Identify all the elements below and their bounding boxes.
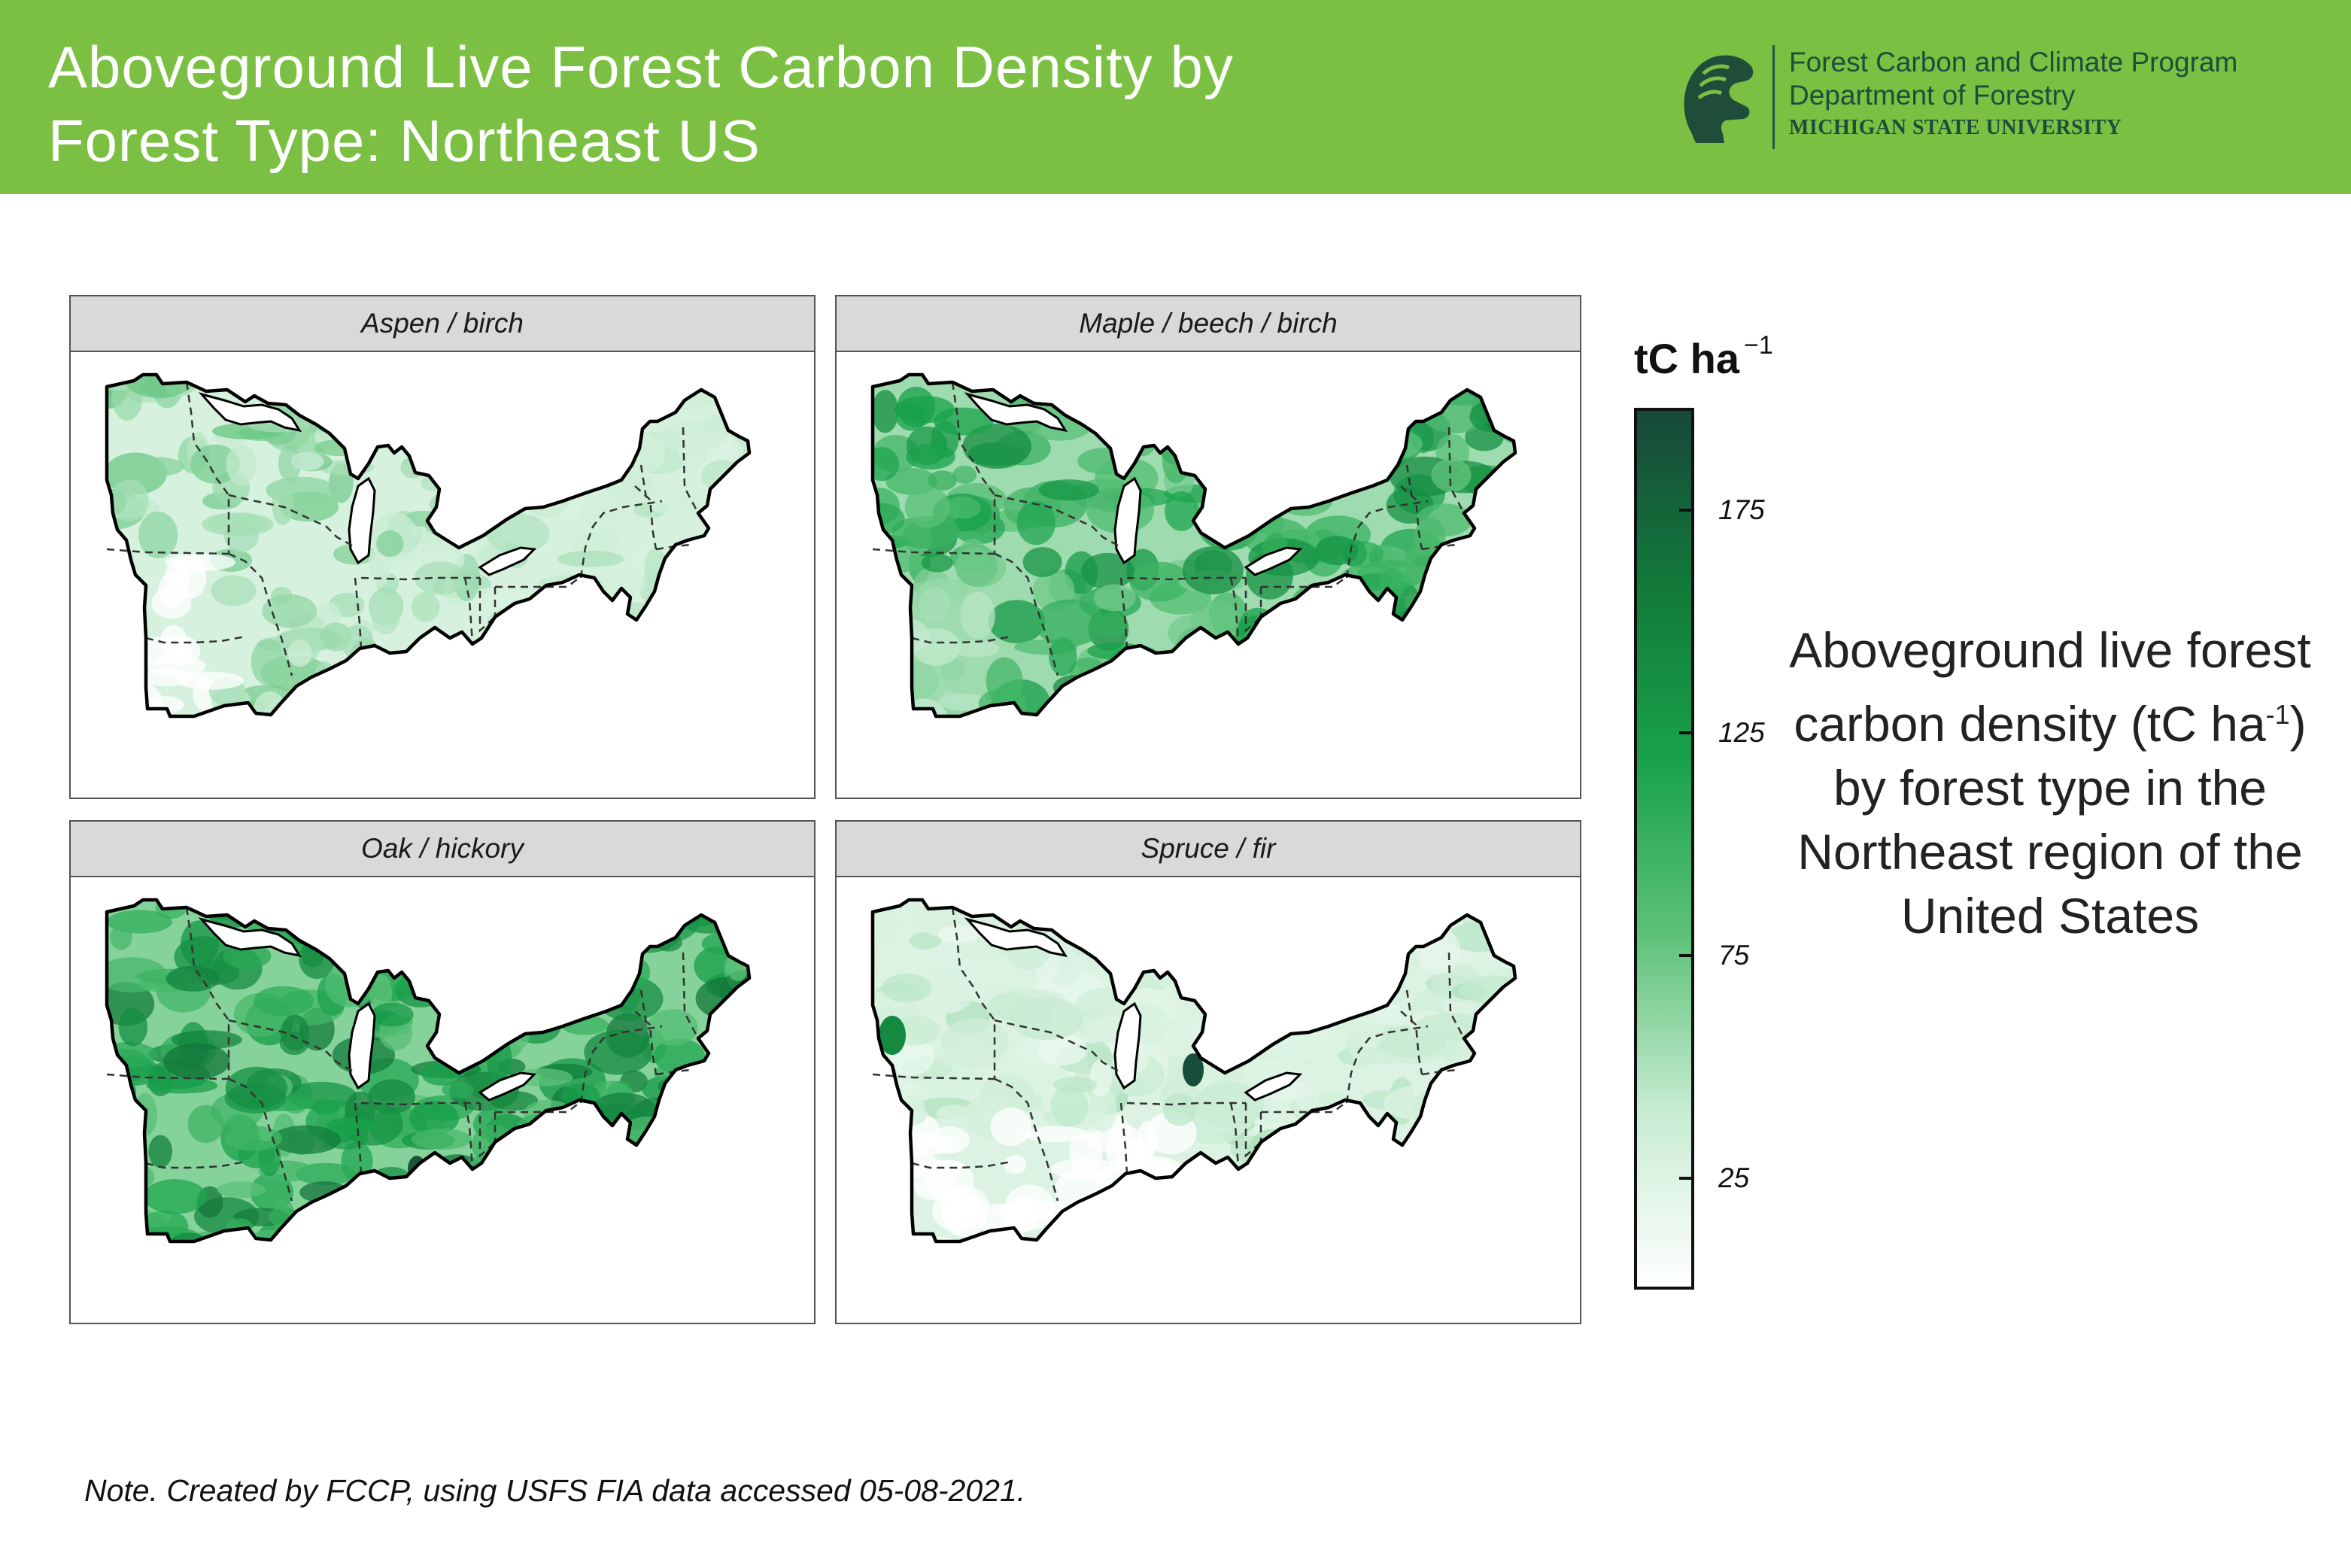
map-description: Aboveground live forest carbon density (…	[1775, 618, 2325, 948]
logo-divider	[1772, 45, 1775, 149]
logo-department-name: Department of Forestry	[1789, 80, 2076, 111]
legend-tick-label: 75	[1718, 940, 1750, 971]
page-title: Aboveground Live Forest Carbon Density b…	[48, 30, 1553, 178]
source-note: Note. Created by FCCP, using USFS FIA da…	[84, 1473, 1026, 1508]
title-line-1: Aboveground Live Forest Carbon Density b…	[48, 34, 1234, 100]
map-spruce-fir	[870, 898, 1517, 1244]
density-fill	[873, 900, 1515, 1241]
map-oak-hickory	[105, 898, 752, 1244]
panel-label: Aspen / birch	[71, 296, 814, 352]
map-panel-maple-beech-birch: Maple / beech / birch	[835, 295, 1581, 799]
panel-label: Maple / beech / birch	[837, 296, 1580, 352]
legend-tick-mark	[1679, 954, 1694, 958]
logo-program-name: Forest Carbon and Climate Program	[1789, 47, 2238, 77]
legend-tick-mark	[1679, 731, 1694, 735]
legend-tick-label: 125	[1718, 717, 1765, 749]
legend-title: tC ha −1	[1634, 331, 1773, 383]
logo-university-name: MICHIGAN STATE UNIVERSITY	[1789, 116, 2122, 139]
legend-tick-label: 175	[1718, 494, 1765, 526]
map-maple-beech-birch	[870, 372, 1517, 719]
legend-title-text: tC ha	[1634, 335, 1739, 382]
panel-label: Spruce / fir	[837, 822, 1580, 877]
panel-label: Oak / hickory	[71, 822, 814, 877]
legend-tick-label: 25	[1718, 1162, 1750, 1194]
map-panel-oak-hickory: Oak / hickory	[69, 820, 816, 1324]
legend-title-superscript: −1	[1744, 331, 1773, 360]
density-fill	[873, 375, 1515, 716]
legend-tick-mark	[1679, 1177, 1694, 1181]
description-superscript: -1	[2265, 699, 2290, 730]
legend-tick-mark	[1679, 509, 1694, 512]
map-panel-spruce-fir: Spruce / fir	[835, 820, 1581, 1324]
map-panel-aspen-birch: Aspen / birch	[69, 295, 816, 799]
description-text: Aboveground live forest carbon density (…	[1789, 622, 2311, 752]
density-fill	[107, 900, 749, 1241]
spartan-helmet-icon	[1684, 55, 1754, 143]
msu-logo: Forest Carbon and Climate Program Depart…	[1676, 42, 2351, 155]
title-line-2: Forest Type: Northeast US	[48, 108, 761, 174]
header-banner: Aboveground Live Forest Carbon Density b…	[0, 0, 2351, 194]
density-fill	[107, 375, 749, 716]
map-aspen-birch	[105, 372, 752, 719]
